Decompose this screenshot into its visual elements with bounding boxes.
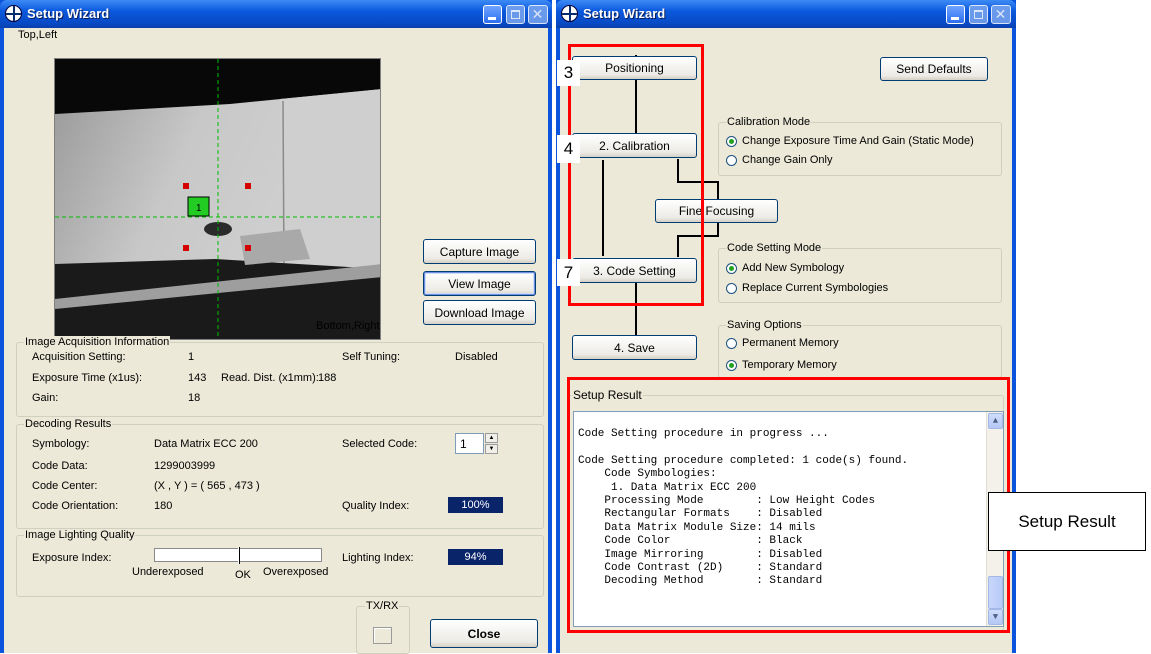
lighting-index-label: Lighting Index: bbox=[342, 552, 414, 564]
target-marker-label: 1 bbox=[196, 203, 202, 214]
close-button[interactable]: Close bbox=[430, 619, 538, 648]
maximize-icon bbox=[511, 10, 520, 19]
option-label: Replace Current Symbologies bbox=[742, 282, 889, 294]
calibration-mode-label: Calibration Mode bbox=[726, 116, 812, 128]
read-distance-value: 188 bbox=[318, 372, 337, 384]
radio-icon[interactable] bbox=[726, 282, 737, 294]
callout-setup-result: Setup Result bbox=[988, 492, 1146, 551]
connector-line bbox=[717, 181, 719, 201]
view-image-button[interactable]: View Image bbox=[423, 271, 536, 296]
code-data-value: 1299003999 bbox=[154, 460, 216, 472]
selected-code-label: Selected Code: bbox=[342, 438, 418, 450]
selected-code-spinner[interactable]: 1 ▲ ▼ bbox=[455, 433, 498, 454]
code-center-value: (X , Y ) = ( 565 , 473 ) bbox=[154, 480, 260, 492]
self-tuning-label: Self Tuning: bbox=[342, 351, 401, 363]
acquisition-group-label: Image Acquisition Information bbox=[24, 336, 171, 348]
maximize-button[interactable] bbox=[506, 5, 525, 24]
corner-bottom-right-label: Bottom,Right bbox=[316, 320, 380, 332]
close-window-button[interactable]: ✕ bbox=[528, 5, 548, 24]
saving-option-1[interactable]: Temporary Memory bbox=[726, 359, 837, 371]
code-setting-mode-option-0[interactable]: Add New Symbology bbox=[726, 262, 844, 274]
left-window-title: Setup Wizard bbox=[27, 6, 110, 21]
exposure-time-label: Exposure Time (x1us): bbox=[32, 372, 143, 384]
minimize-button[interactable] bbox=[483, 5, 502, 24]
left-title-bar[interactable]: Setup Wizard ✕ bbox=[0, 0, 552, 28]
left-client-area: Top,Left 1 Bottom,Right Capture Image Vi… bbox=[4, 28, 548, 654]
download-image-button[interactable]: Download Image bbox=[423, 300, 536, 325]
setup-result-highlight-box bbox=[567, 377, 1010, 633]
option-label: Change Exposure Time And Gain (Static Mo… bbox=[742, 135, 974, 147]
quality-index-meter: 100% bbox=[448, 497, 503, 513]
read-distance-label: Read. Dist. (x1mm): bbox=[221, 372, 319, 384]
code-data-label: Code Data: bbox=[32, 460, 88, 472]
code-orientation-label: Code Orientation: bbox=[32, 500, 119, 512]
radio-icon[interactable] bbox=[726, 154, 737, 166]
close-icon: ✕ bbox=[531, 6, 544, 22]
exposure-index-bar bbox=[154, 547, 322, 564]
spinner-up-button[interactable]: ▲ bbox=[485, 433, 498, 443]
save-button[interactable]: 4. Save bbox=[572, 335, 697, 360]
code-center-label: Code Center: bbox=[32, 480, 98, 492]
exposure-index-label: Exposure Index: bbox=[32, 552, 112, 564]
callout-calibration: 4 bbox=[557, 135, 580, 163]
overexposed-label: Overexposed bbox=[263, 566, 329, 578]
code-setting-mode-group: Code Setting Mode bbox=[718, 242, 1002, 303]
calibration-mode-group: Calibration Mode bbox=[718, 116, 1002, 176]
lighting-index-meter: 94% bbox=[448, 549, 503, 565]
close-window-button[interactable]: ✕ bbox=[991, 5, 1011, 24]
option-label: Temporary Memory bbox=[742, 359, 837, 371]
txrx-indicator-icon bbox=[373, 627, 392, 644]
code-orientation-value: 180 bbox=[154, 500, 173, 512]
app-icon bbox=[561, 5, 578, 22]
selected-code-input[interactable]: 1 bbox=[455, 433, 484, 454]
radio-icon[interactable] bbox=[726, 359, 737, 371]
calibration-mode-option-1[interactable]: Change Gain Only bbox=[726, 154, 833, 166]
maximize-button[interactable] bbox=[969, 5, 988, 24]
left-setup-wizard-window: Setup Wizard ✕ Top,Left 1 Bottom,Right C… bbox=[0, 0, 552, 654]
corner-top-left-label: Top,Left bbox=[18, 29, 58, 41]
camera-image: 1 bbox=[55, 59, 380, 339]
saving-option-0[interactable]: Permanent Memory bbox=[726, 337, 839, 349]
gain-label: Gain: bbox=[32, 392, 59, 404]
radio-icon[interactable] bbox=[726, 262, 737, 274]
gain-value: 18 bbox=[188, 392, 201, 404]
lighting-group-label: Image Lighting Quality bbox=[24, 529, 136, 541]
exposure-index-needle bbox=[238, 547, 240, 564]
capture-image-button[interactable]: Capture Image bbox=[423, 239, 536, 264]
code-setting-mode-option-1[interactable]: Replace Current Symbologies bbox=[726, 282, 888, 294]
option-label: Add New Symbology bbox=[742, 262, 845, 274]
acquisition-setting-value: 1 bbox=[188, 351, 195, 363]
callout-code-setting: 7 bbox=[557, 259, 580, 286]
acquisition-setting-label: Acquisition Setting: bbox=[32, 351, 126, 363]
callout-positioning: 3 bbox=[557, 60, 580, 86]
right-title-bar[interactable]: Setup Wizard ✕ bbox=[556, 0, 1016, 28]
symbology-label: Symbology: bbox=[32, 438, 90, 450]
ok-label: OK bbox=[235, 569, 251, 581]
underexposed-label: Underexposed bbox=[132, 566, 204, 578]
calibration-mode-option-0[interactable]: Change Exposure Time And Gain (Static Mo… bbox=[726, 135, 974, 147]
minimize-button[interactable] bbox=[946, 5, 965, 24]
close-icon: ✕ bbox=[994, 6, 1007, 22]
spinner-down-button[interactable]: ▼ bbox=[485, 444, 498, 454]
self-tuning-value: Disabled bbox=[455, 351, 498, 363]
option-label: Permanent Memory bbox=[742, 337, 839, 349]
send-defaults-button[interactable]: Send Defaults bbox=[880, 57, 988, 81]
symbology-value: Data Matrix ECC 200 bbox=[154, 438, 258, 450]
quality-index-label: Quality Index: bbox=[342, 500, 410, 512]
exposure-time-value: 143 bbox=[188, 372, 207, 384]
minimize-icon bbox=[951, 17, 959, 20]
minimize-icon bbox=[488, 17, 496, 20]
code-setting-mode-label: Code Setting Mode bbox=[726, 242, 823, 254]
workflow-highlight-box bbox=[568, 44, 704, 306]
camera-image-view[interactable]: 1 bbox=[54, 58, 381, 340]
radio-icon[interactable] bbox=[726, 135, 737, 147]
app-icon bbox=[5, 5, 22, 22]
right-window-title: Setup Wizard bbox=[583, 6, 666, 21]
option-label: Change Gain Only bbox=[742, 154, 833, 166]
saving-options-label: Saving Options bbox=[726, 319, 803, 331]
radio-icon[interactable] bbox=[726, 337, 737, 349]
txrx-label: TX/RX bbox=[365, 600, 400, 612]
decoding-group-label: Decoding Results bbox=[24, 418, 113, 430]
maximize-icon bbox=[974, 10, 983, 19]
